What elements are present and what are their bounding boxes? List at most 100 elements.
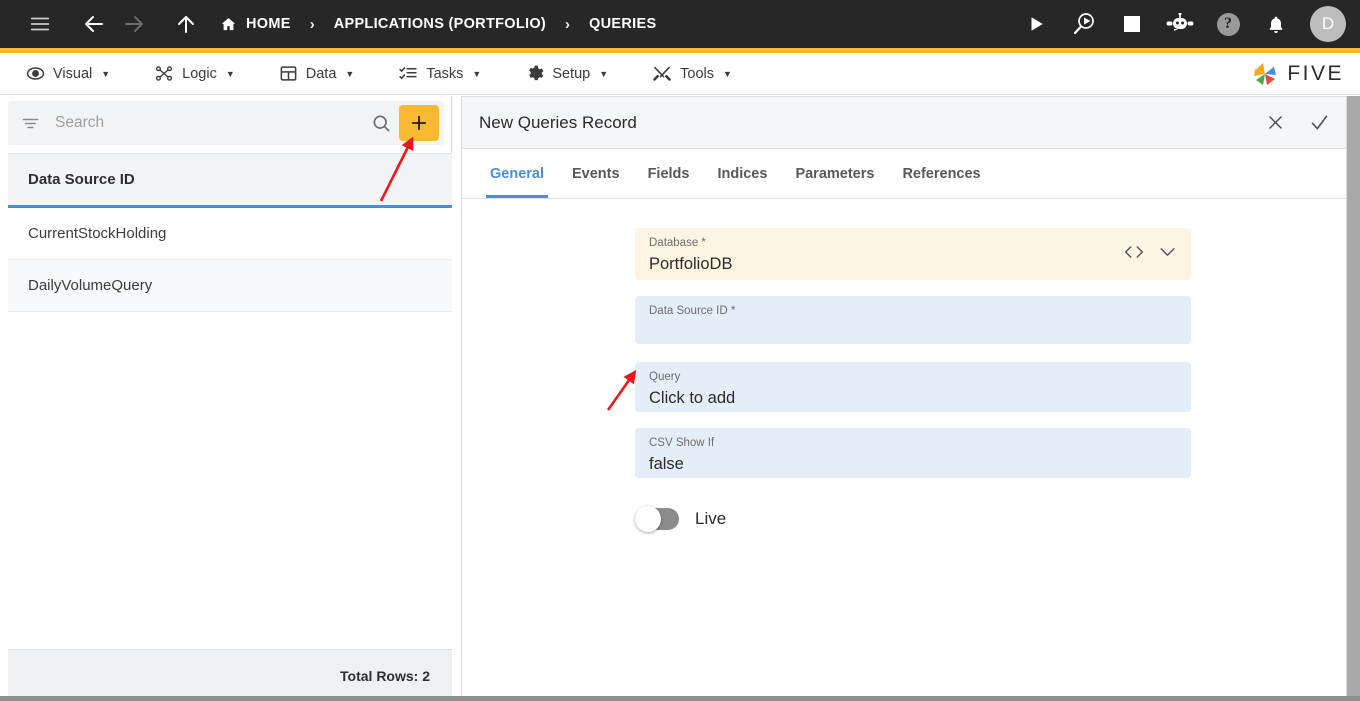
breadcrumb: HOME › APPLICATIONS (PORTFOLIO) › QUERIE… — [220, 0, 656, 48]
table-icon — [279, 64, 298, 83]
query-field[interactable]: Query Click to add — [635, 362, 1191, 412]
notifications-icon[interactable] — [1254, 0, 1298, 48]
menu-label: Tools — [680, 65, 714, 82]
menu-item-logic[interactable]: Logic ▼ — [144, 53, 245, 95]
breadcrumb-label: QUERIES — [589, 16, 657, 32]
page-title: New Queries Record — [479, 112, 637, 132]
total-rows-label: Total Rows: 2 — [340, 667, 430, 684]
chevron-down-icon: ▼ — [723, 68, 732, 79]
breadcrumb-label: APPLICATIONS (PORTFOLIO) — [333, 16, 547, 32]
breadcrumb-separator: › — [309, 15, 315, 33]
grid-footer: Total Rows: 2 — [8, 649, 452, 701]
field-label: Query — [649, 371, 681, 383]
code-brackets-icon[interactable] — [1124, 244, 1144, 260]
search-input[interactable] — [55, 114, 363, 132]
menu-bar: Visual ▼ Logic ▼ Data ▼ Tasks ▼ Setup ▼ … — [0, 53, 1360, 95]
live-toggle-label: Live — [695, 509, 727, 528]
help-icon[interactable]: ? — [1206, 0, 1250, 48]
csv-show-if-field[interactable]: CSV Show If false — [635, 428, 1191, 478]
hamburger-icon[interactable] — [20, 0, 60, 48]
cell-data-source-id: DailyVolumeQuery — [28, 277, 153, 294]
menu-item-tools[interactable]: Tools ▼ — [642, 53, 742, 95]
tab-label: Events — [572, 165, 620, 182]
chevron-down-icon: ▼ — [225, 68, 235, 79]
left-list-panel: Data Source ID CurrentStockHolding Daily… — [0, 96, 452, 701]
record-header-actions — [1260, 108, 1334, 138]
topbar-actions: ? D — [1014, 0, 1346, 48]
table-row[interactable]: DailyVolumeQuery — [8, 260, 452, 312]
record-tabs: General Events Fields Indices Parameters… — [462, 149, 1346, 199]
checklist-icon — [398, 64, 418, 83]
field-label: CSV Show If — [649, 437, 715, 449]
field-label: Data Source ID * — [649, 305, 736, 317]
top-navigation-bar: HOME › APPLICATIONS (PORTFOLIO) › QUERIE… — [0, 0, 1360, 48]
nodes-icon — [154, 64, 174, 83]
wrench-icon — [652, 64, 672, 83]
breadcrumb-item-applications[interactable]: APPLICATIONS (PORTFOLIO) — [334, 16, 546, 32]
record-header: New Queries Record — [462, 97, 1346, 149]
tab-references[interactable]: References — [888, 149, 994, 198]
chatbot-icon[interactable] — [1158, 0, 1202, 48]
avatar[interactable]: D — [1310, 6, 1346, 42]
menu-label: Tasks — [426, 65, 464, 82]
stop-icon[interactable] — [1110, 0, 1154, 48]
bottom-edge-rail — [0, 696, 1360, 701]
chevron-down-icon: ▼ — [101, 68, 111, 79]
data-source-id-field[interactable]: Data Source ID * — [635, 296, 1191, 344]
grid-column-header-data-source-id[interactable]: Data Source ID — [8, 171, 135, 188]
arrow-left-icon[interactable] — [74, 0, 114, 48]
help-glyph: ? — [1216, 12, 1240, 36]
database-field-icons — [1124, 244, 1177, 260]
home-icon — [220, 16, 237, 33]
field-label: Database * — [649, 237, 706, 249]
breadcrumb-label: HOME — [246, 16, 291, 32]
run-icon[interactable] — [1014, 0, 1058, 48]
breadcrumb-separator: › — [565, 15, 571, 33]
menu-item-visual[interactable]: Visual ▼ — [16, 53, 120, 95]
filter-icon[interactable] — [21, 114, 40, 133]
tab-events[interactable]: Events — [558, 149, 634, 198]
records-grid: Data Source ID CurrentStockHolding Daily… — [8, 153, 452, 649]
arrow-right-icon — [114, 0, 154, 48]
confirm-check-icon[interactable] — [1304, 108, 1334, 138]
live-toggle[interactable] — [635, 506, 679, 532]
close-icon[interactable] — [1260, 108, 1290, 138]
five-pinwheel-logo — [1250, 60, 1280, 88]
menu-item-data[interactable]: Data ▼ — [269, 53, 365, 95]
breadcrumb-item-queries[interactable]: QUERIES — [589, 16, 656, 32]
table-row[interactable]: CurrentStockHolding — [8, 208, 452, 260]
tab-label: General — [490, 165, 544, 182]
menu-label: Logic — [182, 65, 217, 82]
live-toggle-row: Live — [635, 506, 727, 532]
search-icon[interactable] — [363, 101, 399, 145]
arrow-up-icon[interactable] — [166, 0, 206, 48]
chevron-down-icon: ▼ — [599, 68, 609, 79]
chevron-down-icon[interactable] — [1158, 244, 1177, 260]
gear-icon — [525, 64, 544, 83]
field-value: PortfolioDB — [649, 255, 733, 273]
breadcrumb-item-home[interactable]: HOME — [220, 16, 291, 33]
tab-label: References — [902, 165, 981, 182]
eye-icon — [26, 64, 45, 83]
menu-item-tasks[interactable]: Tasks ▼ — [388, 53, 491, 95]
database-field[interactable]: Database * PortfolioDB — [635, 228, 1191, 280]
chevron-down-icon: ▼ — [472, 68, 482, 79]
add-record-button[interactable] — [399, 105, 439, 141]
tab-general[interactable]: General — [476, 149, 558, 198]
menu-label: Data — [305, 65, 337, 82]
field-value: false — [649, 455, 684, 473]
menu-item-setup[interactable]: Setup ▼ — [515, 53, 618, 95]
tab-indices[interactable]: Indices — [703, 149, 781, 198]
brand-text: FIVE — [1287, 62, 1344, 85]
toggle-knob — [635, 506, 661, 532]
field-value: Click to add — [649, 389, 736, 407]
search-bar — [8, 101, 444, 145]
brand-logo: FIVE — [1250, 53, 1344, 95]
menu-label: Setup — [552, 65, 591, 82]
cell-data-source-id: CurrentStockHolding — [28, 225, 167, 242]
debug-icon[interactable] — [1062, 0, 1106, 48]
tab-parameters[interactable]: Parameters — [781, 149, 888, 198]
record-editor-panel: New Queries Record General Events Fields… — [461, 96, 1347, 701]
tab-fields[interactable]: Fields — [634, 149, 704, 198]
menu-label: Visual — [53, 65, 93, 82]
